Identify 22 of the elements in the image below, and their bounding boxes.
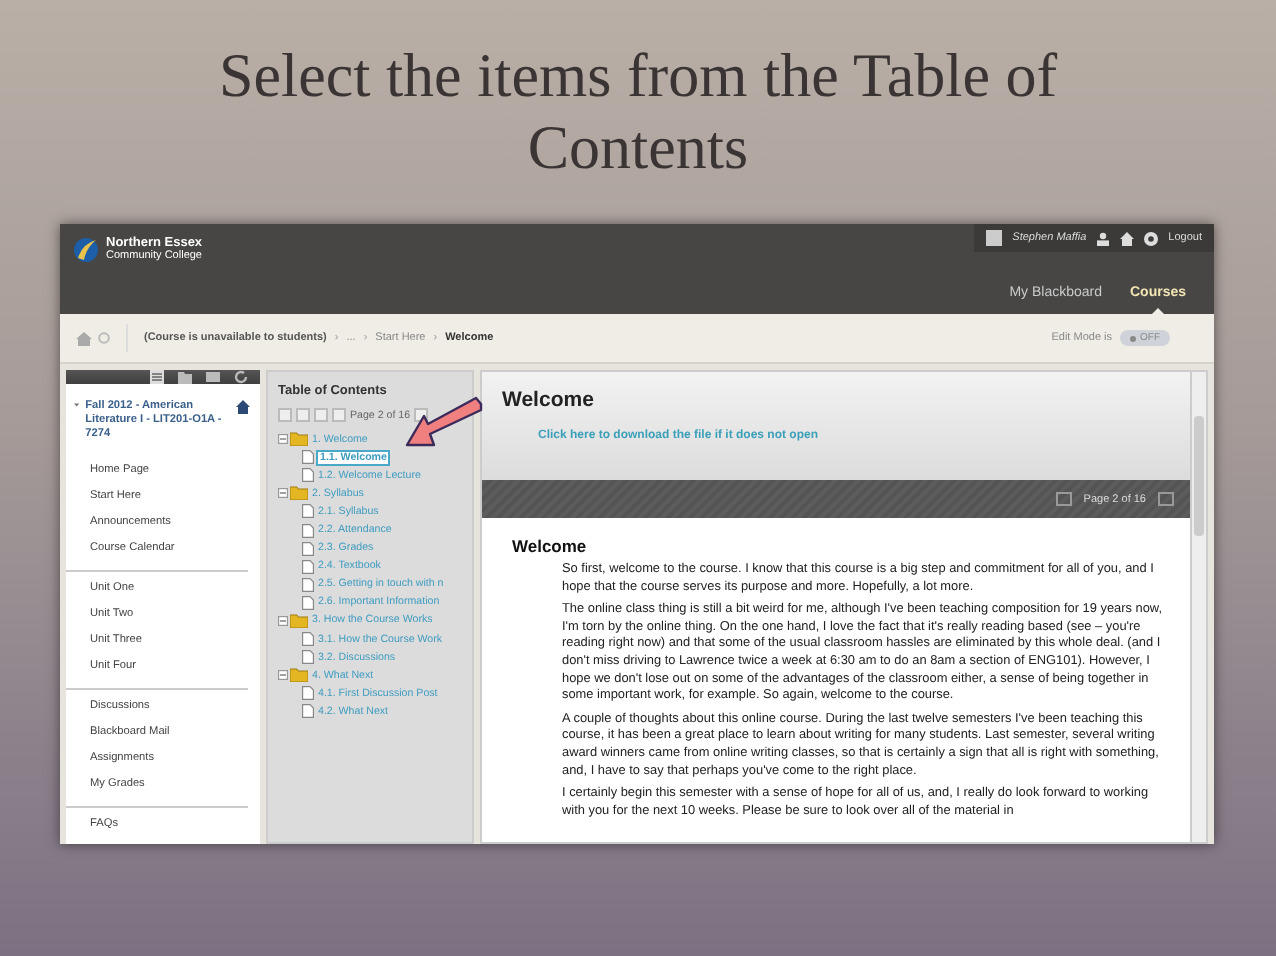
content-title: Welcome	[502, 388, 596, 412]
swoosh-logo-icon	[74, 238, 98, 262]
collapse-icon[interactable]	[278, 615, 288, 626]
circle-icon[interactable]	[98, 332, 110, 344]
home-icon[interactable]	[1120, 231, 1135, 245]
collapse-icon[interactable]	[278, 434, 288, 445]
help-icon[interactable]	[1144, 231, 1159, 245]
refresh-icon[interactable]	[234, 370, 248, 384]
person-icon[interactable]	[1096, 231, 1111, 245]
document-heading: Welcome	[512, 536, 589, 556]
folder-icon	[290, 613, 308, 628]
monitor-icon[interactable]	[206, 371, 220, 383]
collapse-icon[interactable]	[278, 670, 288, 681]
scrollbar[interactable]	[1190, 372, 1206, 842]
collapse-icon[interactable]	[278, 488, 288, 499]
home-icon[interactable]	[236, 400, 250, 414]
folder-icon[interactable]	[178, 371, 192, 383]
folder-icon	[290, 432, 308, 447]
folder-icon	[290, 486, 308, 501]
avatar-icon	[986, 230, 1003, 246]
folder-icon	[290, 668, 308, 683]
slide-title: Select the items from the Table of Contents	[216, 38, 1060, 186]
